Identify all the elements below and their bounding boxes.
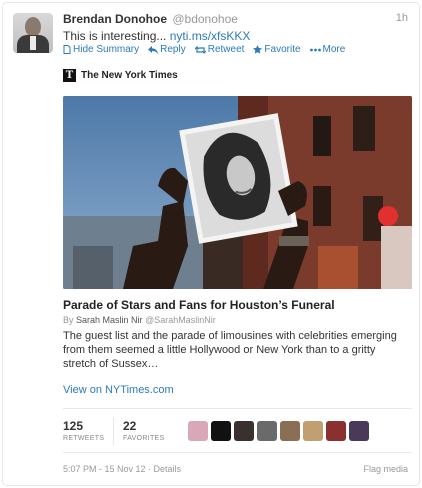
user-name[interactable]: Brendan Donohoe	[63, 12, 167, 26]
article-photo-image	[63, 96, 412, 289]
user-avatar-black-icon[interactable]	[211, 421, 231, 441]
more-label: More	[322, 44, 346, 55]
hide-summary-label: Hide Summary	[73, 44, 140, 55]
user-avatar-purple-icon[interactable]	[349, 421, 369, 441]
retweet-icon	[194, 45, 206, 54]
user-avatar-pink-icon[interactable]	[188, 421, 208, 441]
tweet-time[interactable]: 1h	[396, 12, 408, 24]
author-handle[interactable]: @SarahMaslinNir	[145, 315, 216, 325]
nyt-logo-icon: T	[63, 69, 76, 82]
article-byline: By Sarah Maslin Nir @SarahMaslinNir	[63, 315, 216, 325]
tweet-text-body: This is interesting...	[63, 29, 167, 43]
reply-button[interactable]: Reply	[148, 44, 186, 55]
tweet-text: This is interesting... nyti.ms/xfsKKX	[63, 29, 250, 43]
hide-summary-button[interactable]: Hide Summary	[63, 44, 139, 55]
user-avatar[interactable]	[13, 13, 53, 53]
tweet-link[interactable]: nyti.ms/xfsKKX	[170, 29, 251, 43]
article-photo[interactable]	[63, 96, 412, 289]
user-avatar-brown-icon[interactable]	[280, 421, 300, 441]
favorites-count: 22	[123, 419, 137, 433]
card-source[interactable]: T The New York Times	[63, 69, 178, 82]
retweet-label: Retweet	[207, 44, 245, 55]
stats-separator	[113, 417, 114, 445]
tweet-timestamp[interactable]: 5:07 PM - 15 Nov 12 · Details	[63, 464, 181, 474]
user-handle[interactable]: @bdonohoe	[172, 12, 238, 26]
flag-media-link[interactable]: Flag media	[363, 464, 408, 474]
article-summary: The guest list and the parade of limousi…	[63, 330, 397, 370]
stats-divider-bottom	[63, 452, 412, 453]
star-icon	[253, 45, 263, 54]
retweets-stat[interactable]: 125 RETWEETS	[63, 419, 104, 442]
favorites-stat[interactable]: 22 FAVORITES	[123, 419, 164, 442]
retweets-label: RETWEETS	[63, 435, 105, 442]
favoriters-avatars	[188, 421, 369, 441]
user-avatar-gray-icon[interactable]	[257, 421, 277, 441]
retweet-button[interactable]: Retweet	[194, 44, 245, 55]
tweet-actions: Hide Summary Reply Retweet Favorite More	[63, 44, 345, 55]
retweets-count: 125	[63, 419, 84, 433]
view-on-nytimes-link[interactable]: View on NYTimes.com	[63, 384, 174, 396]
reply-label: Reply	[160, 44, 186, 55]
user-avatar-red-icon[interactable]	[326, 421, 346, 441]
article-headline[interactable]: Parade of Stars and Fans for Houston’s F…	[63, 298, 335, 312]
user-avatar-dark-icon[interactable]	[234, 421, 254, 441]
favorite-label: Favorite	[264, 44, 301, 55]
ellipsis-icon	[309, 48, 321, 51]
tweet-card: Brendan Donohoe @bdonohoe 1h This is int…	[2, 2, 420, 486]
more-button[interactable]: More	[309, 44, 346, 55]
byline-prefix: By	[63, 315, 74, 325]
reply-icon	[148, 45, 159, 54]
source-name: The New York Times	[81, 70, 178, 81]
article-author: Sarah Maslin Nir	[76, 315, 143, 325]
stats-divider-top	[63, 408, 412, 409]
favorite-button[interactable]: Favorite	[253, 44, 301, 55]
document-icon	[63, 45, 71, 54]
tweet-header: Brendan Donohoe @bdonohoe	[63, 12, 238, 26]
user-avatar-tan-icon[interactable]	[303, 421, 323, 441]
favorites-label: FAVORITES	[123, 435, 165, 442]
